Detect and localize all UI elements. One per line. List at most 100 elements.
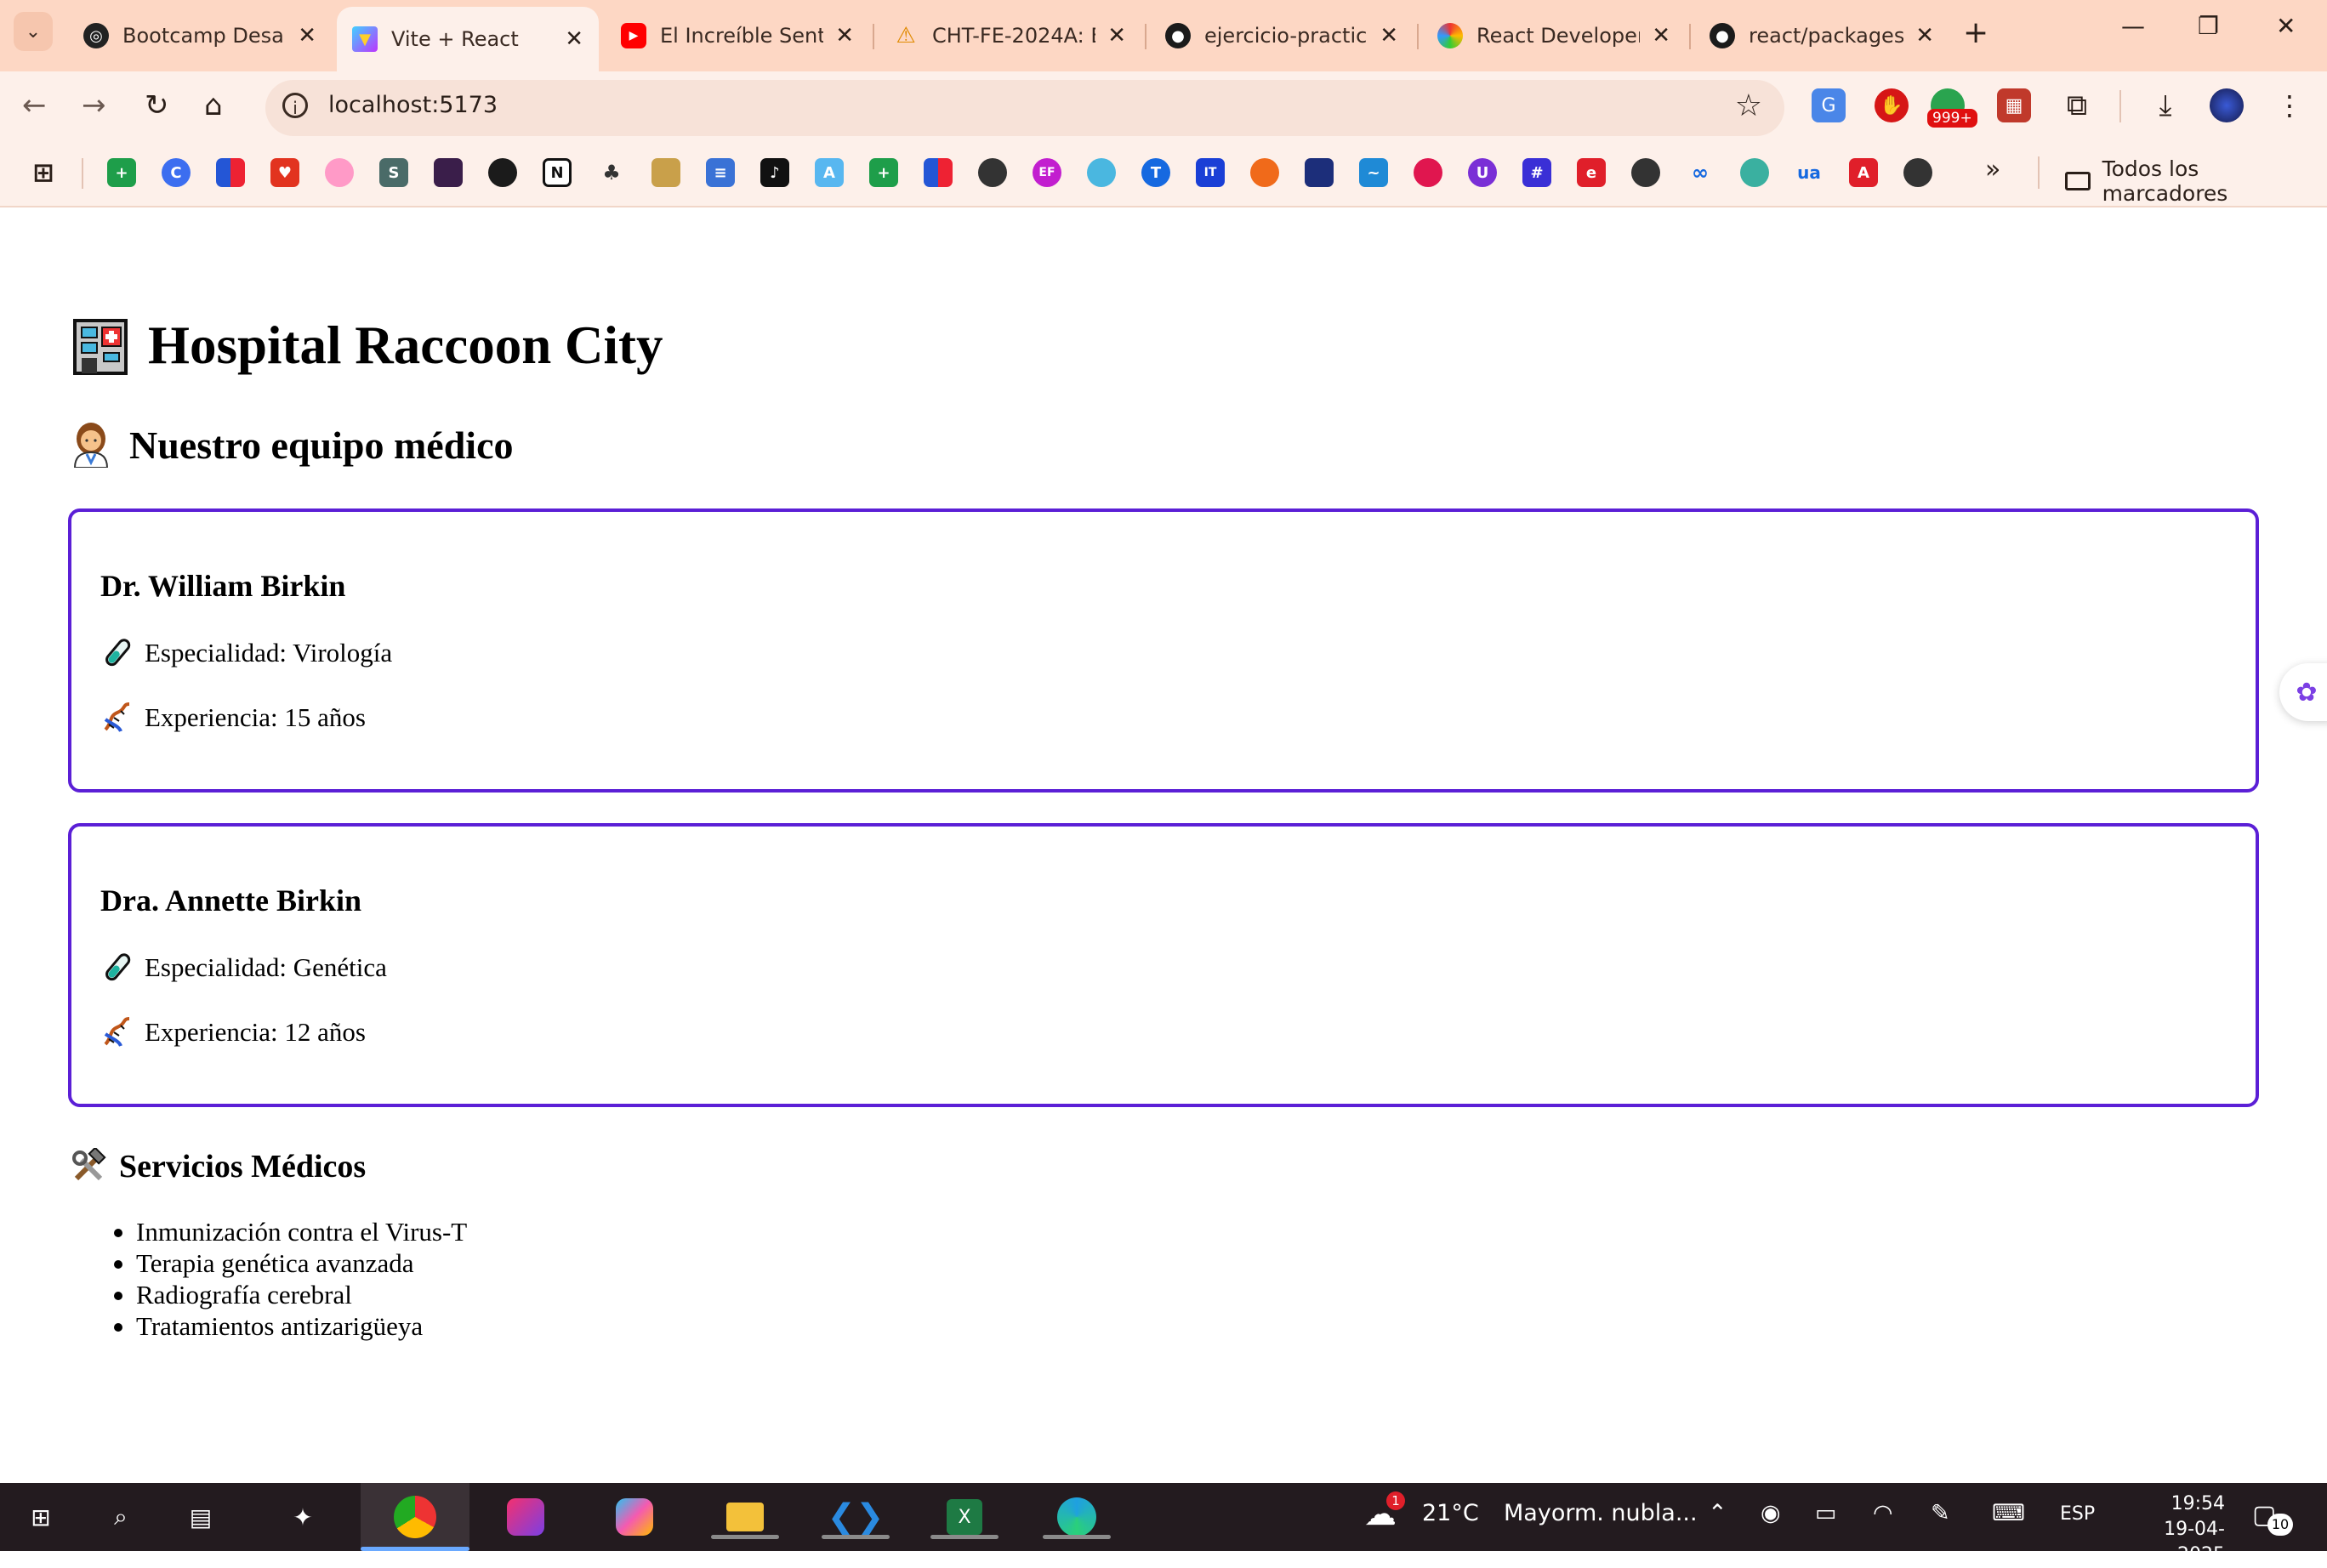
weather-temp[interactable]: 21°C <box>1422 1500 1479 1526</box>
meet-icon[interactable]: ◉ <box>1761 1500 1781 1526</box>
new-tab-button[interactable]: + <box>1963 15 1988 50</box>
url-text[interactable]: localhost:5173 <box>328 92 498 118</box>
bookmark-ua-icon[interactable]: ua <box>1795 158 1823 187</box>
tab-youtube[interactable]: ▶ El Increíble Senti ✕ <box>606 9 869 63</box>
close-icon[interactable]: ✕ <box>298 23 316 48</box>
side-assistant-button[interactable]: ✿ <box>2279 663 2327 721</box>
close-icon[interactable]: ✕ <box>1107 23 1126 48</box>
chrome-icon <box>394 1496 436 1538</box>
github-icon: ● <box>1710 23 1735 48</box>
bookmark-t-icon[interactable]: T <box>1141 158 1170 187</box>
bookmark-pink-dot-icon[interactable] <box>1414 158 1442 187</box>
adblock-icon[interactable]: ✋ <box>1875 88 1909 122</box>
search-icon: ⌕ <box>114 1503 128 1531</box>
taskbar-app-copilot[interactable] <box>612 1495 657 1539</box>
bookmark-gold-icon[interactable] <box>651 158 680 187</box>
meta-icon[interactable]: ∞ <box>1686 158 1715 187</box>
globe-icon[interactable] <box>1903 158 1932 187</box>
bookmark-green-plus-icon[interactable]: + <box>869 158 898 187</box>
avatar[interactable] <box>2210 88 2244 122</box>
back-button[interactable]: ← <box>22 88 47 122</box>
battery-icon[interactable]: ▭ <box>1815 1500 1837 1526</box>
clock[interactable]: 19:54 19-04-2025 <box>2123 1491 2225 1568</box>
menu-kebab-icon[interactable]: ⋮ <box>2273 88 2307 122</box>
taskbar-app-chrome[interactable] <box>361 1483 469 1551</box>
tab-title: CHT-FE-2024A: E <box>932 24 1096 48</box>
tab-cht[interactable]: ⚠ CHT-FE-2024A: E ✕ <box>878 9 1141 63</box>
minimize-button[interactable]: — <box>2121 12 2145 40</box>
chevron-up-icon[interactable]: ⌃ <box>1708 1500 1727 1526</box>
bookmark-pink-icon[interactable] <box>325 158 354 187</box>
keyboard-icon[interactable]: ⌨ <box>1992 1500 2025 1526</box>
chevron-double-right-icon: » <box>1985 155 2001 185</box>
wifi-icon[interactable]: ◠ <box>1873 1500 1893 1526</box>
github-icon[interactable] <box>488 158 517 187</box>
pen-icon[interactable]: ✎ <box>1931 1500 1950 1526</box>
download-icon[interactable]: ⤓ <box>2148 88 2182 122</box>
notion-icon[interactable]: N <box>543 158 572 187</box>
tiktok-icon[interactable]: ♪ <box>760 158 789 187</box>
bookmark-hash-icon[interactable]: # <box>1522 158 1551 187</box>
bookmark-flag-icon[interactable] <box>216 158 245 187</box>
task-view-button[interactable]: ▤ <box>179 1495 223 1539</box>
bookmark-red-icon[interactable]: ♥ <box>270 158 299 187</box>
bookmark-s-icon[interactable]: S <box>379 158 408 187</box>
close-icon[interactable]: ✕ <box>1380 23 1398 48</box>
bookmark-teal-icon[interactable] <box>1740 158 1769 187</box>
taskbar-app-vscode[interactable]: ❮❯ <box>822 1495 890 1539</box>
bookmark-a-icon[interactable]: A <box>1849 158 1878 187</box>
close-window-button[interactable]: ✕ <box>2276 12 2296 40</box>
site-info-icon[interactable]: i <box>282 93 308 118</box>
extension-red-icon[interactable]: ▦ <box>1997 88 2031 122</box>
extensions-puzzle-icon[interactable]: ⧉ <box>2060 88 2094 122</box>
windows-start-button[interactable]: ⊞ <box>19 1495 63 1539</box>
bookmark-flame-icon[interactable] <box>1250 158 1279 187</box>
all-bookmarks-folder[interactable]: Todos los marcadores <box>2065 156 2327 206</box>
taskbar-app-explorer[interactable] <box>711 1495 779 1539</box>
address-bar[interactable]: i localhost:5173 ☆ <box>265 80 1784 136</box>
bookmark-it-icon[interactable]: IT <box>1196 158 1225 187</box>
globe-icon[interactable] <box>978 158 1007 187</box>
reload-button[interactable]: ↻ <box>145 88 169 122</box>
google-translate-icon[interactable]: G <box>1812 88 1846 122</box>
close-icon[interactable]: ✕ <box>1915 23 1934 48</box>
home-button[interactable]: ⌂ <box>204 88 223 122</box>
close-icon[interactable]: ✕ <box>1652 23 1670 48</box>
bookmark-u-icon[interactable]: U <box>1468 158 1497 187</box>
taskbar-app-excel[interactable]: X <box>930 1495 999 1539</box>
bookmark-flag-icon[interactable] <box>924 158 953 187</box>
taskbar-app-paint[interactable]: ✦ <box>281 1495 325 1539</box>
more-bookmarks-button[interactable]: » <box>1985 155 2000 185</box>
bookmark-stack-icon[interactable]: ≡ <box>706 158 735 187</box>
globe-icon[interactable] <box>1631 158 1660 187</box>
bookmark-shield-icon[interactable] <box>1305 158 1334 187</box>
restore-button[interactable]: ❐ <box>2198 12 2219 40</box>
tab-github-ejercicio[interactable]: ● ejercicio-practic ✕ <box>1150 9 1414 63</box>
bookmark-wave-icon[interactable]: ~ <box>1359 158 1388 187</box>
bookmark-star-icon[interactable]: ☆ <box>1735 88 1762 123</box>
bookmarks-divider <box>2038 156 2040 189</box>
search-button[interactable]: ⌕ <box>99 1495 143 1539</box>
bookmark-azure-icon[interactable]: A <box>815 158 844 187</box>
close-icon[interactable]: ✕ <box>565 26 583 52</box>
bookmark-game-icon[interactable] <box>434 158 463 187</box>
tab-react-developer[interactable]: React Developer ✕ <box>1422 9 1686 63</box>
bookmark-c-icon[interactable]: C <box>162 158 191 187</box>
vscode-icon: ❮❯ <box>827 1497 885 1537</box>
tab-vite-react[interactable]: ▼ Vite + React ✕ <box>337 7 599 71</box>
tab-bootcamp[interactable]: ◎ Bootcamp Desar ✕ <box>68 9 332 63</box>
tab-search-button[interactable]: ⌄ <box>14 12 53 51</box>
bookmark-drop-icon[interactable] <box>1087 158 1116 187</box>
taskbar-app-edge[interactable] <box>1043 1495 1111 1539</box>
tab-github-react[interactable]: ● react/packages/ ✕ <box>1694 9 1949 63</box>
weather-text[interactable]: Mayorm. nubla... <box>1504 1500 1698 1526</box>
forward-button[interactable]: → <box>82 88 106 122</box>
bookmark-e-icon[interactable]: e <box>1577 158 1606 187</box>
bookmark-green-plus-icon[interactable]: + <box>107 158 136 187</box>
apps-grid-icon[interactable]: ⊞ <box>29 158 58 188</box>
bookmark-figure-icon[interactable]: ♣ <box>597 158 626 187</box>
taskbar-app-creative-cloud[interactable] <box>504 1495 548 1539</box>
bookmark-ef-icon[interactable]: EF <box>1033 158 1061 187</box>
close-icon[interactable]: ✕ <box>835 23 854 48</box>
language-indicator[interactable]: ESP <box>2060 1503 2095 1525</box>
